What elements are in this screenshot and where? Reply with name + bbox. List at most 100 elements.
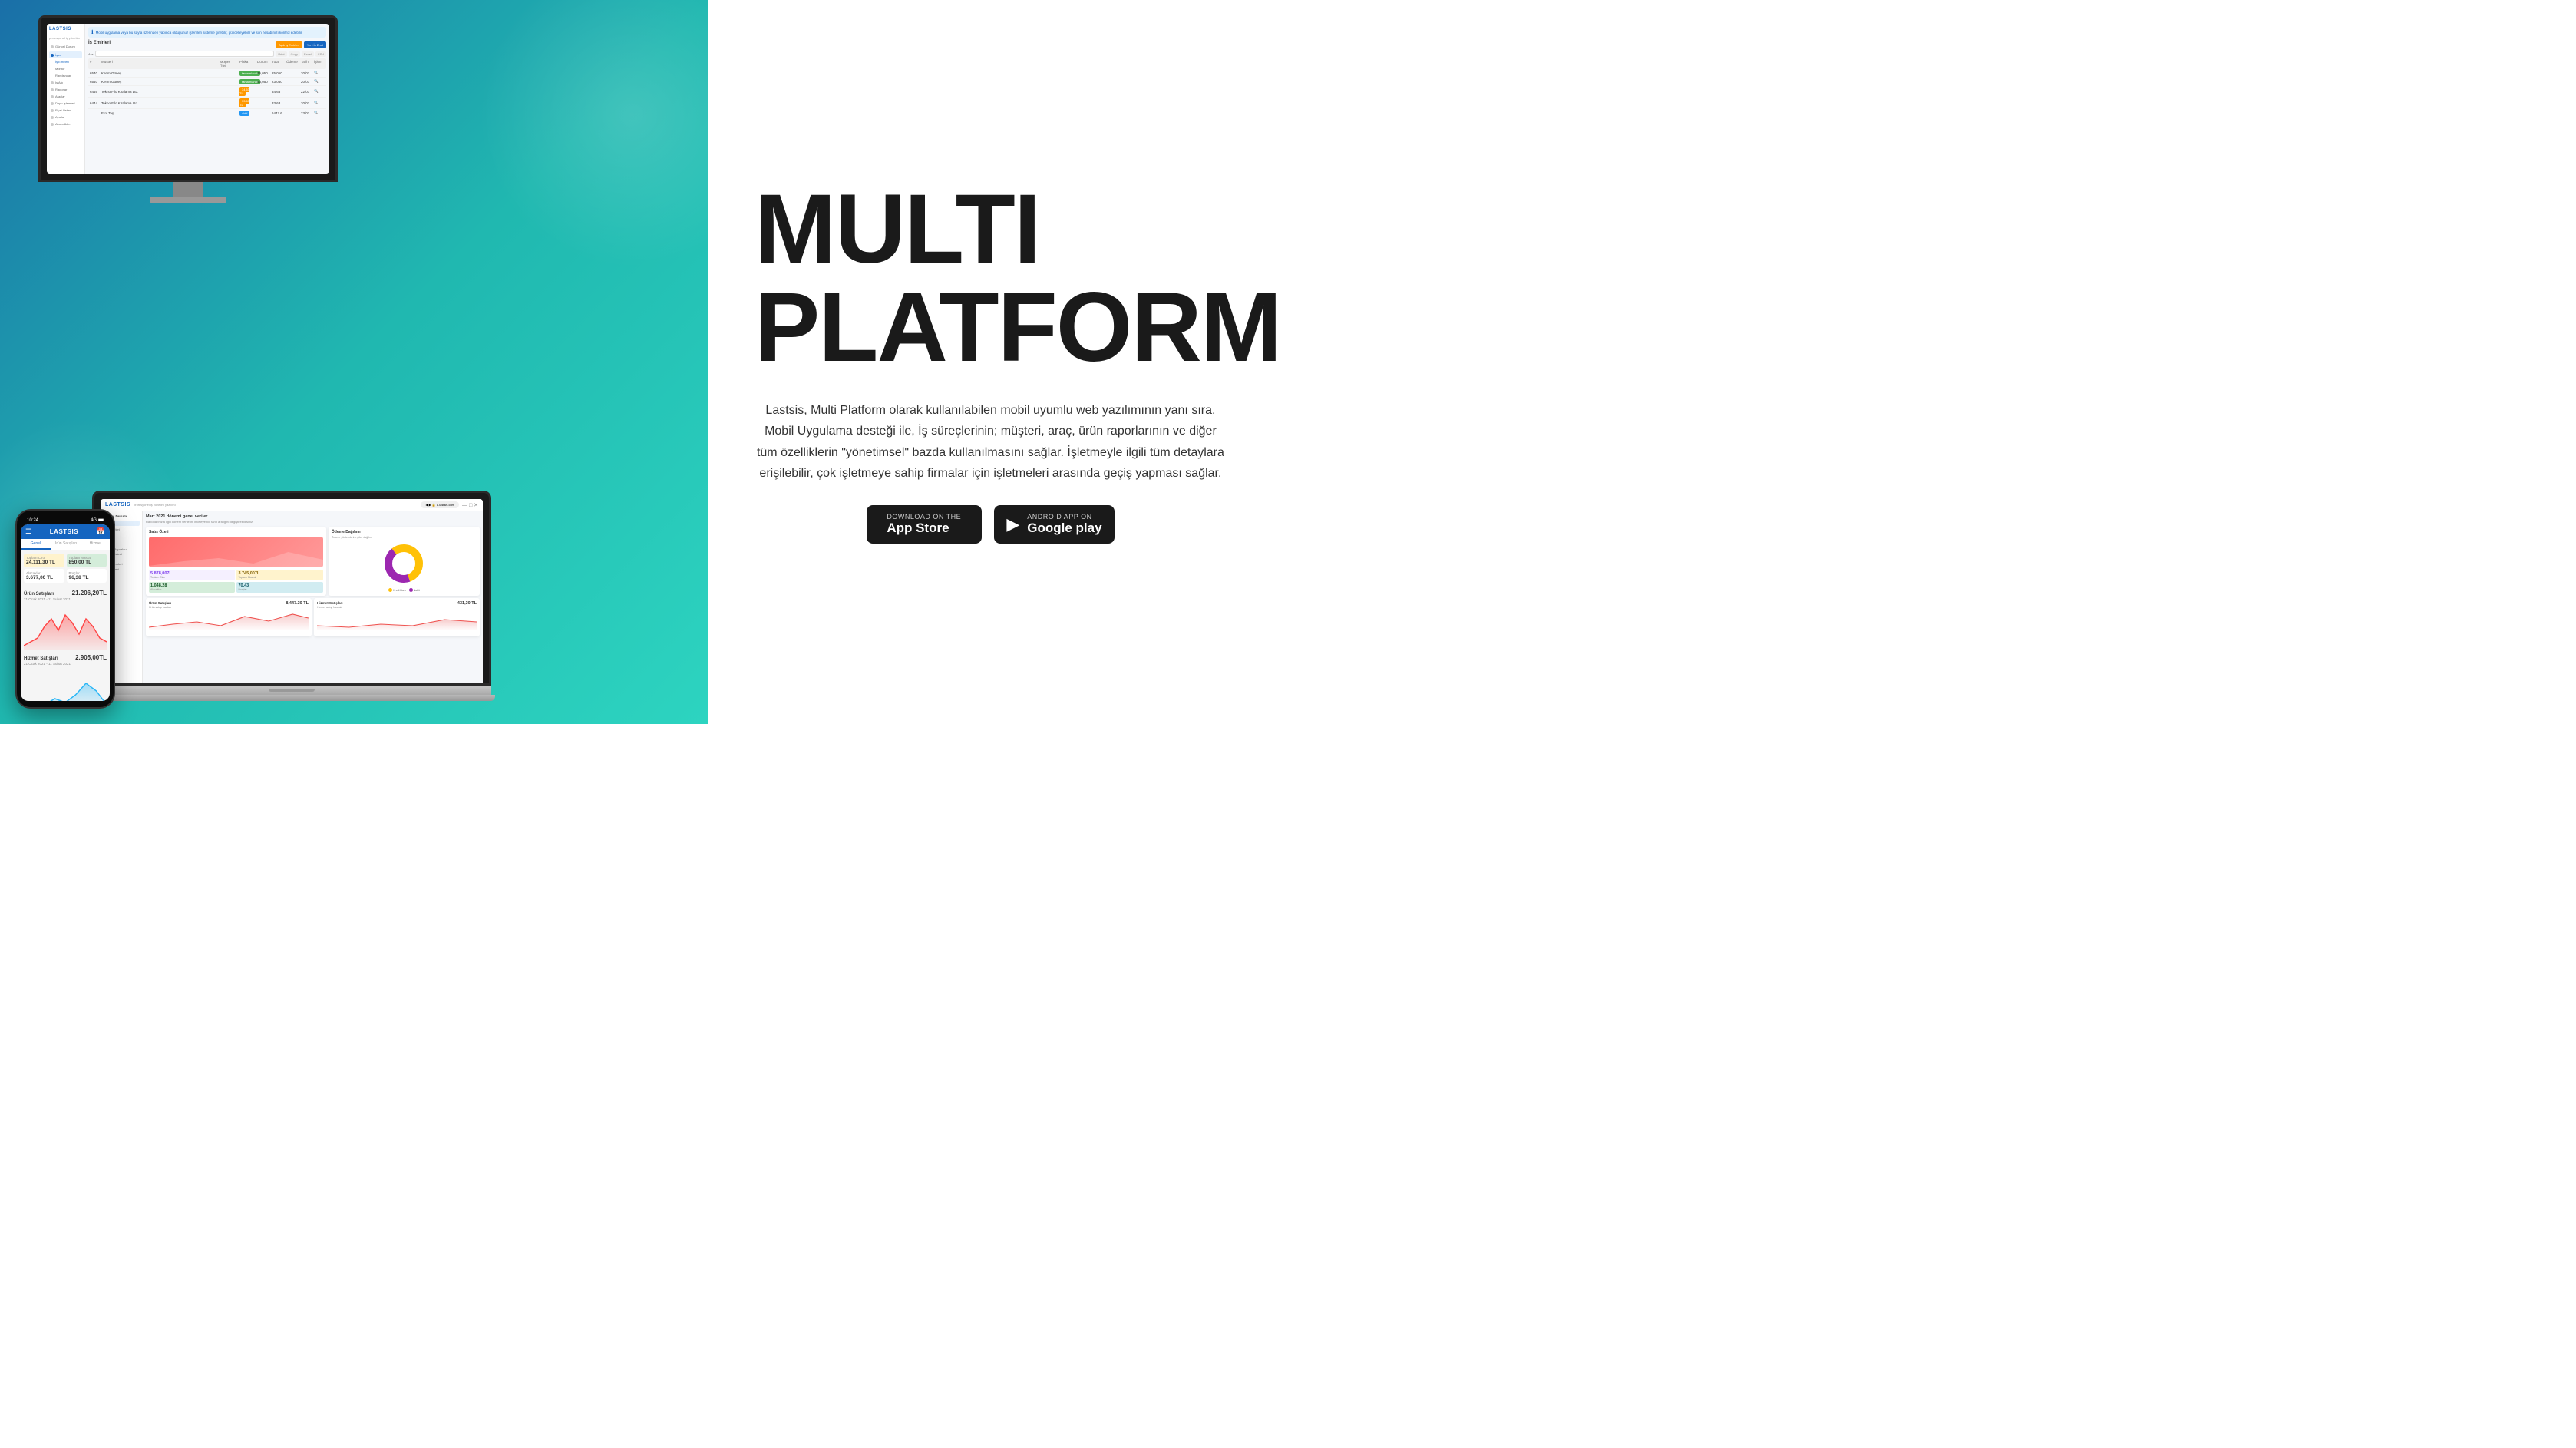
googleplay-label-large: Google play xyxy=(1027,521,1101,536)
laptop-hizmet-subtitle: Hizmet satışı hasılatı xyxy=(317,606,477,609)
laptop-hizmet-card: Hizmet Satışları 431,30 TL Hizmet satışı… xyxy=(314,598,480,636)
monitor-th-musteri: Müşteri xyxy=(101,60,218,68)
monitor-th-odeme: Ödeme xyxy=(286,60,299,68)
phone-tab-urun[interactable]: Ürün Satışları xyxy=(51,539,81,550)
row-plaka: tamamlandı xyxy=(239,71,255,75)
phone-chart1-section: Ürün Satışları 21.206,20TL 21 Ocak 2021 … xyxy=(21,587,110,652)
monitor-search-input[interactable] xyxy=(95,51,274,57)
googleplay-badge[interactable]: ▶ Android APP ON Google play xyxy=(994,505,1114,544)
title-platform: PLATFORM xyxy=(755,279,1227,377)
phone-menu-icon[interactable]: ☰ xyxy=(25,527,31,536)
donut-chart-svg xyxy=(381,541,427,587)
phone-status-bar: 10:24 4G ■■ xyxy=(21,518,110,523)
monitor-nav-isagi[interactable]: İş Ağı xyxy=(49,79,82,86)
monitor-brand-tag: profesyonel iş yönetim xyxy=(49,36,82,40)
laptop-urun-chart-svg xyxy=(149,610,309,630)
row-plaka: tamamlandı xyxy=(239,80,255,84)
monitor-nav-randevu[interactable]: Randevular xyxy=(54,72,82,79)
monitor-btn-yeni[interactable]: Yeni İş Emri xyxy=(304,41,326,48)
table-row: 6540 Kerim Güneş tamamlandı 43,050 23,05… xyxy=(88,78,326,86)
row-plaka: aktif xyxy=(239,111,255,115)
row-id: 6540 xyxy=(90,80,99,84)
laptop-odeme-title: Ödeme Dağılımı xyxy=(332,530,477,534)
row-action[interactable]: 🔍 xyxy=(314,89,325,94)
googleplay-text: Android APP ON Google play xyxy=(1027,513,1101,536)
monitor-nav-ayarlar[interactable]: Ayarlar xyxy=(49,114,82,121)
phone-calendar-icon[interactable]: 📅 xyxy=(97,527,105,536)
laptop-hizmet-value: 431,30 TL xyxy=(457,601,477,606)
monitor-wo-title: İş Emirleri xyxy=(88,41,111,45)
laptop-charts-row1: Satış Özeti xyxy=(146,527,480,596)
monitor-btn-csv[interactable]: CSV xyxy=(315,51,326,57)
phone-top: 10:24 4G ■■ xyxy=(21,517,110,524)
laptop-content-title: Mart 2021 dönemi genel veriler xyxy=(146,514,480,519)
phone-chart1-title: Ürün Satışları xyxy=(24,592,54,597)
monitor-nav-raporlar[interactable]: Raporlar xyxy=(49,86,82,93)
monitor-btn-excel[interactable]: Excel xyxy=(302,51,314,57)
row-date: 22/01 xyxy=(301,90,312,94)
laptop-satis-stats: 5.878,007L Toplam Ciro 3.745,007L Toplam… xyxy=(149,570,323,580)
laptop-odeme-subtitle: Ödeme yöntemlerine göre dağılım xyxy=(332,536,477,539)
appstore-text: Download on the App Store xyxy=(887,513,961,536)
phone-tab-hizmet[interactable]: Hizme xyxy=(80,539,110,550)
appstore-badge[interactable]: Download on the App Store xyxy=(867,505,982,544)
laptop-base-top xyxy=(92,686,491,695)
row-amount: 25,050 xyxy=(272,71,284,75)
monitor-nav-abonelik[interactable]: Abonelikler xyxy=(49,121,82,127)
title-block: MULTI PLATFORM xyxy=(755,180,1227,377)
monitor-btn-acik[interactable]: Açık İş Emirleri xyxy=(276,41,302,48)
monitor-stand-base xyxy=(150,197,226,203)
monitor-nav-genel[interactable]: Güncel Durum xyxy=(49,43,82,50)
monitor-screen-inner: LASTSIS profesyonel iş yönetim Güncel Du… xyxy=(47,24,329,174)
monitor-nav-montör[interactable]: Montör xyxy=(54,65,82,72)
phone-stats: Toplam Ciro 24.111,30 TL Toplam Masraf 8… xyxy=(21,550,110,587)
monitor-logo: LASTSIS xyxy=(49,27,82,31)
row-status: 43,050 xyxy=(257,80,269,84)
monitor-wo-header: İş Emirleri Açık İş Emirleri Yeni İş Emr… xyxy=(88,41,326,48)
monitor-nav-isler[interactable]: İşler xyxy=(49,51,82,58)
monitor-btn-copy[interactable]: Copy xyxy=(289,51,300,57)
laptop-nav-bar: ◀ ▶ 🔒 a.lastsis.com xyxy=(421,501,459,508)
monitor-info-banner: ℹ Mobil uygulama veya bu sayfa üzerinden… xyxy=(88,27,326,38)
laptop-app-container: LASTSIS profesyonel iş yönetim yazılımı … xyxy=(101,499,483,683)
laptop-urun-title: Ürün Satışları xyxy=(149,601,171,605)
row-date: 20/01 xyxy=(301,101,312,105)
row-customer: Kerim Güneş xyxy=(101,71,218,75)
row-action[interactable]: 🔍 xyxy=(314,111,325,115)
phone-tab-genel[interactable]: Genel xyxy=(21,539,51,550)
left-section: LASTSIS profesyonel iş yönetim Güncel Du… xyxy=(0,0,708,724)
row-customer: Tekno Filo Kiralama Ltd. xyxy=(101,90,218,94)
monitor-nav-fiyatlistesi[interactable]: Fiyat Listesi xyxy=(49,107,82,114)
phone-stat-row-2: Alacaklar 3.677,00 TL Borçlar 96,38 TL xyxy=(24,569,107,583)
monitor-th-musteritur: Müşteri Türü xyxy=(220,60,237,68)
row-action[interactable]: 🔍 xyxy=(314,101,325,105)
phone-chart2-value: 2.905,00TL xyxy=(75,654,107,661)
laptop-hizmet-chart-svg xyxy=(317,610,477,630)
phone-value-masraf: 850,00 TL xyxy=(69,560,105,565)
row-plaka: 33.63 TL xyxy=(239,99,255,107)
monitor-th-plaka: Plaka xyxy=(239,60,255,68)
app-badges: Download on the App Store ▶ Android APP … xyxy=(867,505,1114,544)
appstore-label-large: App Store xyxy=(887,521,961,536)
laptop-window-controls: — □ ✕ xyxy=(462,502,478,508)
monitor-nav-depoislemi[interactable]: Depo İşlemleri xyxy=(49,100,82,107)
laptop-satis-title: Satış Özeti xyxy=(149,530,323,534)
row-action[interactable]: 🔍 xyxy=(314,71,325,75)
monitor-nav-araclar[interactable]: Araçlar xyxy=(49,93,82,100)
laptop-satis-label4: Borçlar xyxy=(238,588,321,591)
monitor-stand-neck xyxy=(173,182,203,197)
phone-stat-borc: Borçlar 96,38 TL xyxy=(67,569,107,583)
right-section: MULTI PLATFORM Lastsis, Multi Platform o… xyxy=(708,0,1288,724)
monitor-th-id: # xyxy=(90,60,99,68)
laptop-content-subtitle: Raporlarınızla ilgili dönem verilerini i… xyxy=(146,520,480,524)
monitor-btn-print[interactable]: Print xyxy=(276,51,286,57)
phone-app-logo: LASTSIS xyxy=(50,528,78,535)
table-row: 6444 Tekno Filo Kiralama Ltd. 33.63 TL 3… xyxy=(88,98,326,109)
monitor-nav-isemirleri[interactable]: İş Emirleri xyxy=(54,58,82,65)
monitor-wo-actions: Açık İş Emirleri Yeni İş Emri xyxy=(276,41,326,48)
laptop-satis-chart xyxy=(149,537,323,567)
laptop-satis-stats2: 1.048,28 Alacaklar 70,43 Borçlar xyxy=(149,582,323,593)
laptop-hinge xyxy=(269,689,315,692)
row-action[interactable]: 🔍 xyxy=(314,79,325,84)
row-id: 6444 xyxy=(90,101,99,105)
